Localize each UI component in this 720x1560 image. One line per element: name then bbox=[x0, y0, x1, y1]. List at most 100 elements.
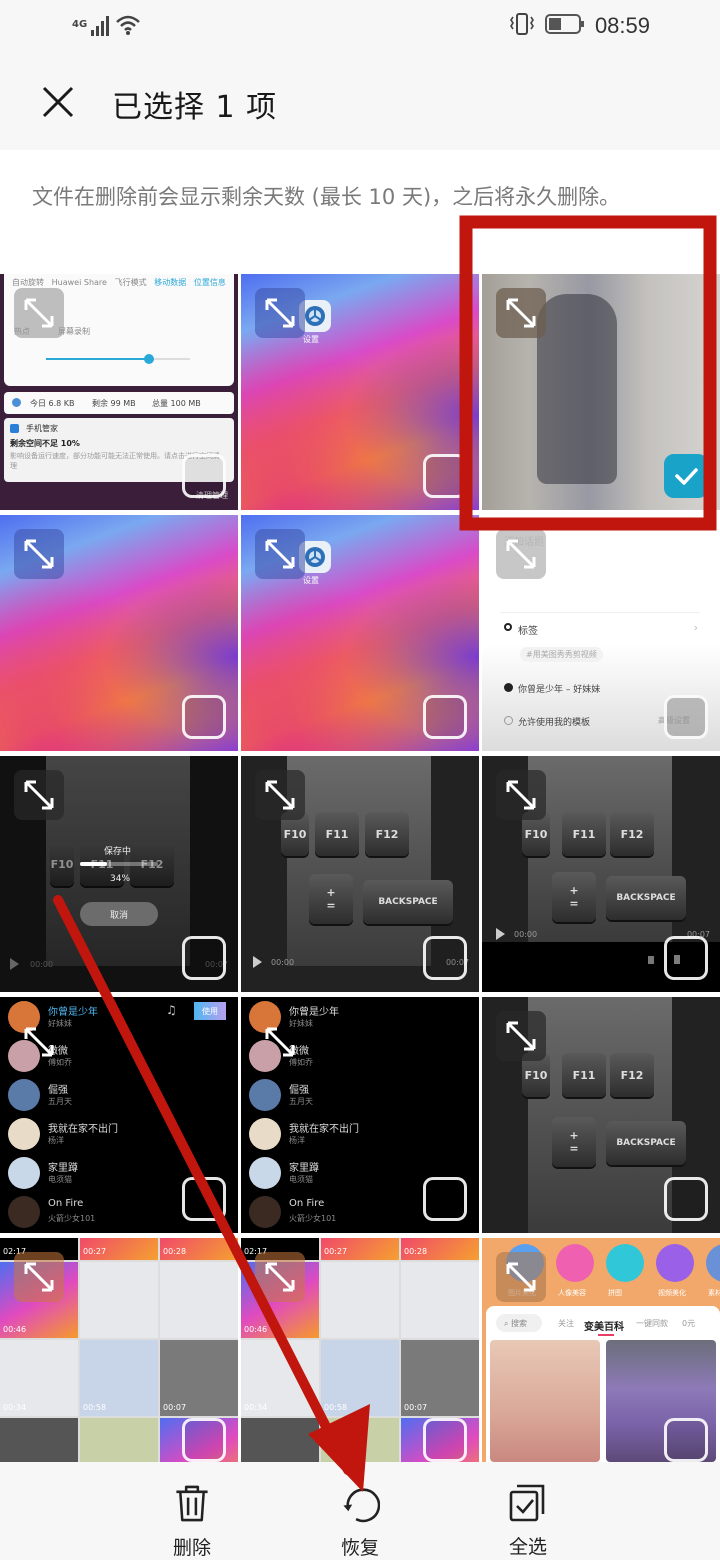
play-icon bbox=[10, 958, 19, 970]
mini-search: ⌕ 搜索 bbox=[496, 1314, 542, 1332]
gallery-thumb: 00:28 bbox=[401, 1238, 479, 1260]
expand-button[interactable] bbox=[496, 288, 546, 338]
expand-button[interactable] bbox=[14, 1252, 64, 1302]
song-title: On Fire bbox=[48, 1198, 84, 1209]
expand-icon bbox=[506, 298, 536, 328]
select-checkbox[interactable] bbox=[423, 1418, 467, 1462]
delete-label: 删除 bbox=[172, 1537, 211, 1559]
expand-button[interactable] bbox=[496, 1011, 546, 1061]
selection-header: 已选择 1 项 bbox=[0, 54, 720, 150]
restore-button[interactable]: 恢复 bbox=[300, 1462, 420, 1560]
song-item: On Fire 火箭少女101 bbox=[8, 1196, 158, 1232]
expand-button[interactable] bbox=[255, 770, 305, 820]
grid-item[interactable]: F10 F11 F12 保存中 34% 取消 00:00 00:07 bbox=[0, 756, 238, 992]
page-title: 已选择 1 项 bbox=[112, 90, 278, 125]
expand-button[interactable] bbox=[255, 288, 305, 338]
gallery-thumb: 00:27 bbox=[80, 1238, 158, 1260]
expand-icon bbox=[265, 780, 295, 810]
meitu-tab: 关注 bbox=[558, 1319, 574, 1328]
song-item: 家里蹲 电须猫 bbox=[249, 1157, 399, 1193]
grid-item[interactable]: 图片美化人像美容拼图视频美化素材 ⌕ 搜索 关注变美百科一键同款0元 bbox=[482, 1238, 720, 1462]
expand-icon bbox=[506, 780, 536, 810]
select-all-button[interactable]: 全选 bbox=[468, 1462, 588, 1560]
gallery-thumb: 00:07 bbox=[401, 1340, 479, 1416]
select-checkbox[interactable] bbox=[664, 695, 708, 739]
volume-icon bbox=[648, 956, 654, 964]
expand-icon bbox=[265, 1027, 295, 1057]
video-duration: 00:58 bbox=[83, 1403, 107, 1412]
song-cover bbox=[249, 1118, 281, 1150]
expand-button[interactable] bbox=[14, 770, 64, 820]
select-checkbox[interactable] bbox=[664, 936, 708, 980]
select-checkbox[interactable] bbox=[664, 1418, 708, 1462]
shortcut-label: 素材 bbox=[708, 1289, 720, 1297]
gallery-thumb: 00:07 bbox=[160, 1340, 238, 1416]
gallery-thumb: 00:34 bbox=[0, 1340, 78, 1416]
select-checkbox[interactable] bbox=[182, 936, 226, 980]
song-title: 我就在家不出门 bbox=[289, 1124, 359, 1135]
expand-button[interactable] bbox=[255, 529, 305, 579]
grid-item[interactable]: 添加话题 标签 › #用美图秀秀剪视频 你曾是少年 – 好妹妹 允许使用我的模板… bbox=[482, 515, 720, 751]
video-duration: 00:07 bbox=[404, 1403, 428, 1412]
restore-icon bbox=[343, 1488, 380, 1523]
grid-item[interactable]: 你曾是少年 好妹妹 微微 傅如乔 倔强 五月天 我就在家不出门 杨洋 家里蹲 电须猫 On Fire… bbox=[0, 997, 238, 1233]
delete-button[interactable]: 删除 bbox=[132, 1462, 252, 1560]
expand-button[interactable] bbox=[255, 1017, 305, 1067]
use-button[interactable]: 使用 bbox=[194, 1002, 226, 1020]
song-cover bbox=[249, 1196, 281, 1228]
expand-button[interactable] bbox=[14, 1017, 64, 1067]
network-type: 4G bbox=[72, 19, 88, 30]
expand-button[interactable] bbox=[14, 288, 64, 338]
song-cover bbox=[8, 1157, 40, 1189]
select-checkbox[interactable] bbox=[423, 695, 467, 739]
toggle-label: Huawei Share bbox=[51, 278, 107, 287]
music-label: 你曾是少年 – 好妹妹 bbox=[518, 685, 601, 695]
cancel-label: 取消 bbox=[109, 910, 128, 921]
deletion-notice: 文件在删除前会显示剩余天数 (最长 10 天)，之后将永久删除。 bbox=[0, 150, 720, 274]
expand-button[interactable] bbox=[496, 770, 546, 820]
gallery-thumb bbox=[80, 1262, 158, 1338]
expand-button[interactable] bbox=[496, 1252, 546, 1302]
expand-button[interactable] bbox=[255, 1252, 305, 1302]
close-button[interactable] bbox=[38, 82, 78, 122]
expand-icon bbox=[506, 1262, 536, 1292]
grid-item[interactable]: 自动旋转 Huawei Share 飞行模式 移动数据 位置信息 热点 屏幕录制… bbox=[0, 274, 238, 510]
grid-item[interactable]: 02:17 00:27 00:28 00:46 00:34 00:58 00:07 bbox=[241, 1238, 479, 1462]
grid-item[interactable]: F10 F11 F12 + = BACKSPACE 00:00 00:07 bbox=[241, 756, 479, 992]
select-checkbox[interactable] bbox=[182, 454, 226, 498]
expand-button[interactable] bbox=[14, 529, 64, 579]
checkmark-icon bbox=[675, 468, 698, 485]
grid-item-selected[interactable] bbox=[482, 274, 720, 510]
key-backspace: BACKSPACE bbox=[606, 876, 686, 920]
select-checkbox[interactable] bbox=[423, 936, 467, 980]
settings-app-label: 设置 bbox=[303, 335, 319, 344]
select-checkbox[interactable] bbox=[423, 454, 467, 498]
recently-deleted-grid: 自动旋转 Huawei Share 飞行模式 移动数据 位置信息 热点 屏幕录制… bbox=[0, 274, 720, 1462]
select-checkbox[interactable] bbox=[664, 1177, 708, 1221]
expand-button[interactable] bbox=[496, 529, 546, 579]
select-checkbox[interactable] bbox=[182, 695, 226, 739]
select-checkbox-checked[interactable] bbox=[664, 454, 708, 498]
grid-item[interactable]: 设置 bbox=[241, 515, 479, 751]
select-checkbox[interactable] bbox=[423, 1177, 467, 1221]
expand-icon bbox=[506, 1021, 536, 1051]
grid-item[interactable]: 02:17 00:27 00:28 00:46 00:34 00:58 00:07 bbox=[0, 1238, 238, 1462]
song-title: 你曾是少年 bbox=[289, 1007, 339, 1018]
song-artist: 电须猫 bbox=[48, 1175, 72, 1184]
grid-item[interactable]: F10 F11 F12 + = BACKSPACE 00:00 00:07 bbox=[482, 756, 720, 992]
gallery-thumb bbox=[160, 1262, 238, 1338]
cancel-save-button[interactable]: 取消 bbox=[80, 902, 158, 926]
grid-item[interactable]: 你曾是少年 好妹妹 微微 傅如乔 倔强 五月天 我就在家不出门 杨洋 家里蹲 电须猫 On Fire… bbox=[241, 997, 479, 1233]
grid-item[interactable]: F10 F11 F12 + = BACKSPACE bbox=[482, 997, 720, 1233]
song-item: On Fire 火箭少女101 bbox=[249, 1196, 399, 1232]
expand-icon bbox=[24, 298, 54, 328]
settings-app-label: 设置 bbox=[303, 576, 319, 585]
bottom-action-bar: 删除 恢复 全选 bbox=[0, 1462, 720, 1560]
select-checkbox[interactable] bbox=[182, 1177, 226, 1221]
play-icon bbox=[496, 928, 505, 940]
grid-item[interactable]: 设置 bbox=[241, 274, 479, 510]
grid-item[interactable] bbox=[0, 515, 238, 751]
select-checkbox[interactable] bbox=[182, 1418, 226, 1462]
gallery-thumb: 00:58 bbox=[80, 1340, 158, 1416]
expand-icon bbox=[24, 539, 54, 569]
